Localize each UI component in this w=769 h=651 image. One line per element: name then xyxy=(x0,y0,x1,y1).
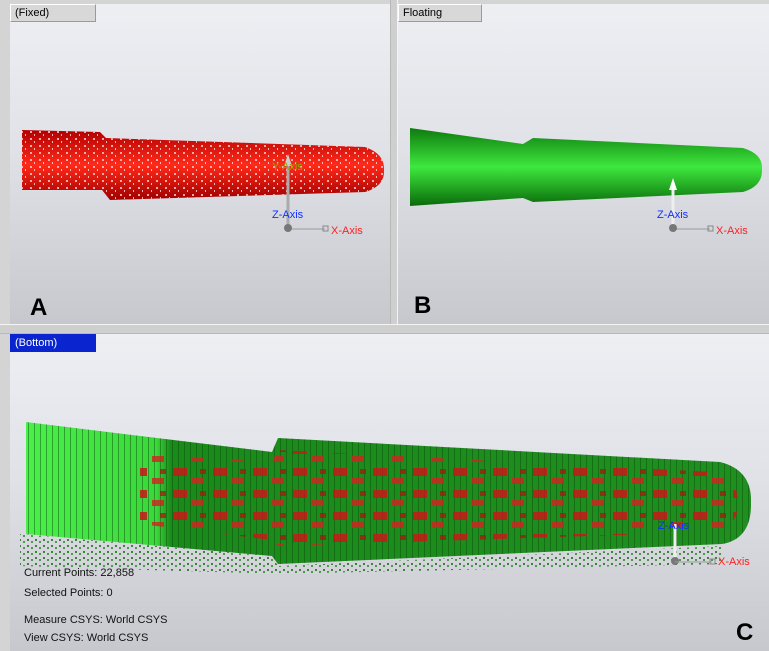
x-axis-label: X-Axis xyxy=(331,225,363,237)
viewport-floating[interactable]: Floating Z-Axis X-Axis B xyxy=(398,4,769,324)
vertical-splitter[interactable] xyxy=(390,0,398,330)
y-axis-label: Y-Axis xyxy=(272,161,303,173)
viewport-bottom[interactable]: (Bottom) Z-Axis X-Axis Current Points: 2… xyxy=(10,334,769,651)
current-points-readout: Current Points: 22,858 xyxy=(24,567,135,579)
z-axis-label: Z-Axis xyxy=(657,209,689,221)
z-axis-label: Z-Axis xyxy=(658,520,690,532)
green-cloud-body xyxy=(410,128,763,206)
overlay-point-cloud: Z-Axis X-Axis xyxy=(20,422,752,574)
fixed-point-cloud: Y-Axis Z-Axis X-Axis xyxy=(22,130,385,237)
panel-letter-a: A xyxy=(30,294,48,321)
horizontal-splitter[interactable] xyxy=(0,324,769,334)
panel-letter-b: B xyxy=(414,292,432,319)
z-axis-label: Z-Axis xyxy=(272,209,304,221)
panel-letter-c: C xyxy=(736,619,754,646)
measure-csys-readout: Measure CSYS: World CSYS xyxy=(24,614,168,626)
viewport-fixed[interactable]: (Fixed) Y-Axis Z-Axis X-Axis A xyxy=(10,4,390,324)
x-axis-label: X-Axis xyxy=(716,225,748,237)
view-csys-readout: View CSYS: World CSYS xyxy=(24,632,149,644)
floating-point-cloud: Z-Axis X-Axis xyxy=(410,128,763,237)
x-axis-label: X-Axis xyxy=(718,556,750,568)
selected-points-readout: Selected Points: 0 xyxy=(24,587,113,599)
